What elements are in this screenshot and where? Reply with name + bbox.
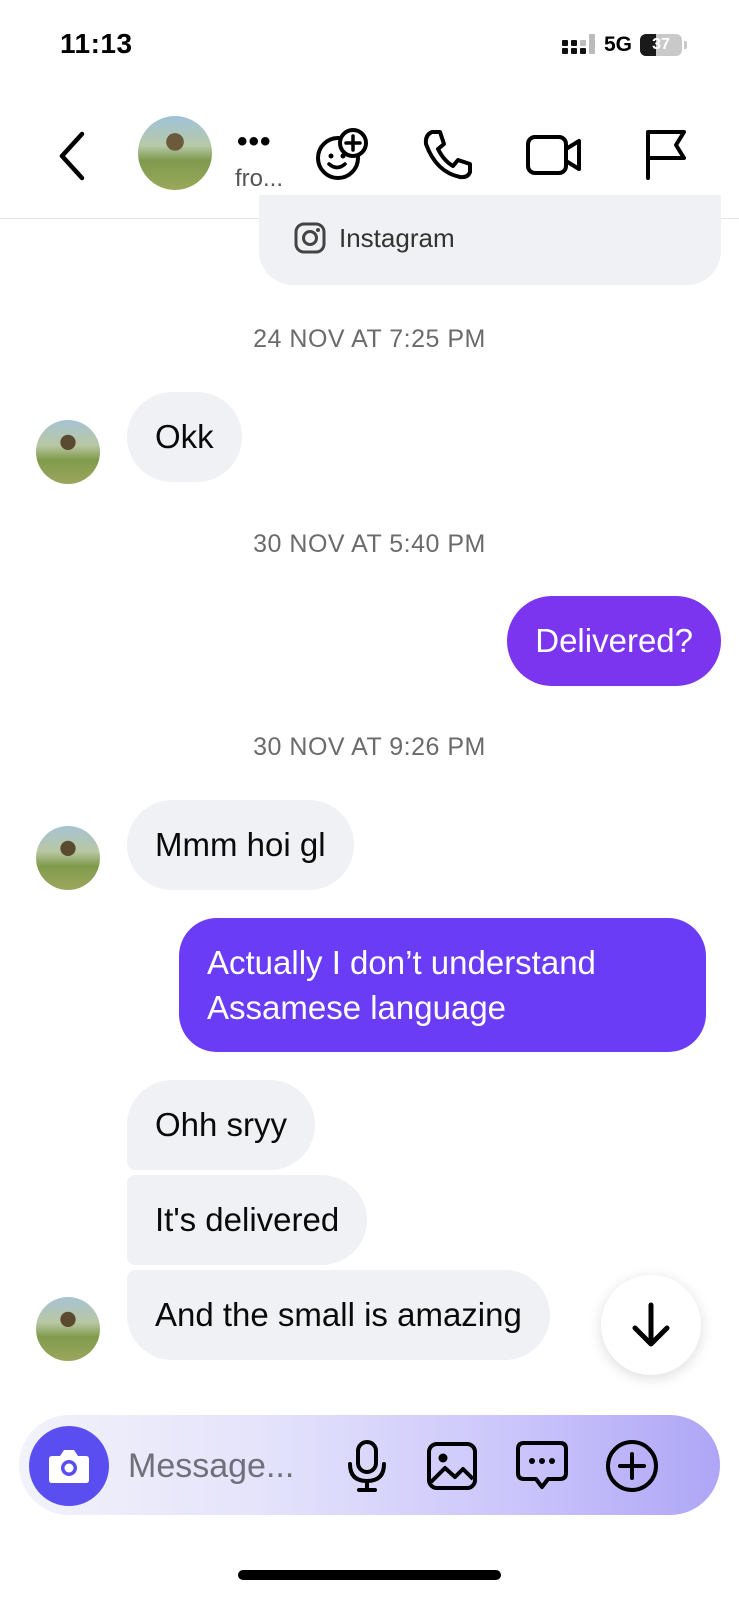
scroll-to-bottom-button[interactable]	[601, 1275, 701, 1375]
voice-message-button[interactable]	[339, 1436, 395, 1496]
arrow-down-icon	[632, 1302, 670, 1347]
camera-icon	[49, 1450, 89, 1483]
status-indicators: 5G 37	[561, 33, 687, 57]
home-indicator	[238, 1570, 501, 1580]
message-text: Ohh sryy	[155, 1106, 288, 1143]
more-options-button[interactable]	[604, 1436, 660, 1496]
incoming-message[interactable]: And the small is amazing	[127, 1270, 550, 1360]
sender-avatar[interactable]	[36, 826, 100, 890]
message-text: Delivered?	[535, 622, 693, 659]
message-text: And the small is amazing	[155, 1296, 522, 1333]
shared-post-source-label: Instagram	[339, 222, 455, 253]
sticker-add-button[interactable]	[312, 124, 372, 184]
message-text-line: Actually I don’t understand	[207, 944, 596, 981]
flag-icon	[646, 130, 686, 180]
outgoing-message[interactable]: Actually I don’t understand Assamese lan…	[179, 918, 706, 1052]
incoming-message[interactable]: Ohh sryy	[127, 1080, 316, 1170]
voice-call-button[interactable]	[418, 124, 478, 184]
video-call-button[interactable]	[524, 124, 584, 184]
network-label: 5G	[603, 33, 632, 56]
battery-icon: 37	[640, 34, 682, 56]
battery-level: 37	[652, 36, 670, 53]
sticker-add-icon	[316, 128, 368, 180]
incoming-message[interactable]: Mmm hoi gl	[127, 800, 354, 890]
message-timestamp: 24 NOV AT 7:25 PM	[253, 325, 486, 353]
contact-name[interactable]: •••	[237, 127, 272, 157]
message-text: Mmm hoi gl	[155, 826, 326, 863]
sticker-chat-button[interactable]	[514, 1436, 570, 1496]
camera-button[interactable]	[29, 1426, 109, 1506]
message-timestamp: 30 NOV AT 5:40 PM	[253, 530, 486, 558]
sender-avatar[interactable]	[36, 1297, 100, 1361]
gallery-button[interactable]	[424, 1436, 480, 1496]
phone-icon	[423, 130, 472, 180]
instagram-icon	[294, 222, 326, 254]
outgoing-message[interactable]: Delivered?	[507, 596, 721, 686]
image-icon	[427, 1442, 477, 1490]
message-text: It's delivered	[155, 1201, 340, 1238]
sender-avatar[interactable]	[36, 420, 100, 484]
shared-post-source: Instagram	[293, 221, 455, 255]
plus-circle-icon	[606, 1440, 658, 1492]
incoming-message[interactable]: Okk	[127, 392, 242, 482]
contact-subtitle[interactable]: fro...	[235, 165, 283, 193]
battery-tip	[684, 41, 687, 49]
signal-icon	[561, 34, 595, 54]
chat-bubble-icon	[516, 1441, 568, 1489]
video-camera-icon	[526, 135, 581, 175]
message-input[interactable]	[128, 1441, 328, 1491]
back-button[interactable]	[52, 128, 92, 184]
back-chevron-icon	[59, 131, 85, 181]
microphone-icon	[348, 1440, 386, 1492]
incoming-message[interactable]: It's delivered	[127, 1175, 368, 1265]
message-text-line: Assamese language	[207, 989, 507, 1026]
message-text: Okk	[155, 418, 214, 455]
contact-avatar[interactable]	[138, 116, 212, 190]
report-flag-button[interactable]	[634, 124, 694, 184]
message-timestamp: 30 NOV AT 9:26 PM	[253, 733, 486, 761]
status-time: 11:13	[60, 28, 133, 59]
